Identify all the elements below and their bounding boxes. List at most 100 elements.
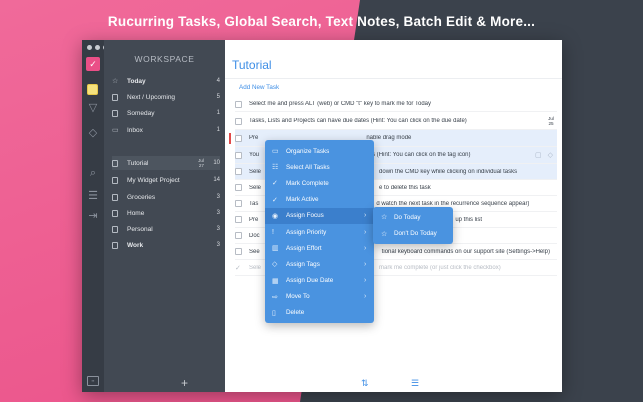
- sidebar: WORKSPACE ☆ Today 4 Next / Upcoming 5 So…: [104, 40, 225, 392]
- effort-icon: ▥: [272, 245, 279, 253]
- menu-item-assign-tags[interactable]: ◇ Assign Tags ›: [265, 256, 374, 272]
- menu-item-select-all-tasks[interactable]: ☷ Select All Tasks: [265, 159, 374, 175]
- task-checkbox[interactable]: [235, 248, 242, 255]
- list-icon: [112, 225, 122, 233]
- sidebar-item-label: Tutorial: [127, 159, 149, 167]
- due-date-icon: ▦: [272, 277, 279, 285]
- close-window-icon[interactable]: [87, 45, 92, 50]
- sidebar-item-my-widget-project[interactable]: My Widget Project 14: [112, 173, 220, 187]
- task-due-date[interactable]: Jul 25: [545, 116, 557, 126]
- menu-item-assign-focus[interactable]: ◉ Assign Focus ›: [265, 207, 374, 224]
- sidebar-item-count: 10: [213, 160, 220, 166]
- sort-icon[interactable]: ⇅: [361, 378, 369, 389]
- header-divider: [225, 78, 562, 79]
- page-title: Tutorial: [232, 58, 272, 72]
- focus-icon: ◉: [272, 212, 279, 220]
- list-icon: [112, 159, 122, 167]
- task-checkbox[interactable]: [235, 184, 242, 191]
- checkmark-icon: ✓: [272, 180, 278, 188]
- tasks-check-icon[interactable]: ✓: [86, 57, 100, 71]
- menu-item-organize-tasks[interactable]: ▭ Organize Tasks: [265, 143, 374, 159]
- sidebar-item-someday[interactable]: Someday 1: [112, 106, 220, 120]
- priority-icon: !: [272, 228, 274, 236]
- priority-marker: [229, 132, 231, 144]
- sidebar-item-count: 5: [216, 94, 220, 100]
- tag-icon[interactable]: ◇: [548, 151, 553, 159]
- sidebar-item-groceries[interactable]: Groceries 3: [112, 190, 220, 204]
- submenu-item-dont-do-today[interactable]: ☆ Don't Do Today: [373, 226, 453, 243]
- note-icon[interactable]: ▢: [535, 151, 542, 159]
- sidebar-item-personal[interactable]: Personal 3: [112, 222, 220, 236]
- menu-item-mark-active[interactable]: ✓ Mark Active: [265, 192, 374, 208]
- minimize-window-icon[interactable]: [95, 45, 100, 50]
- sidebar-item-count: 1: [216, 110, 220, 116]
- star-icon: ☆: [381, 214, 388, 222]
- chevron-right-icon: ›: [364, 244, 367, 252]
- list-icon: [112, 209, 122, 217]
- sidebar-item-label: Inbox: [127, 126, 143, 134]
- task-checkbox[interactable]: [235, 100, 242, 108]
- tag-icon[interactable]: ◇: [86, 125, 100, 139]
- chevron-right-icon: ›: [364, 293, 367, 301]
- task-checkbox[interactable]: [235, 232, 242, 239]
- submenu-item-do-today[interactable]: ☆ Do Today: [373, 209, 453, 226]
- menu-item-delete[interactable]: ▯ Delete: [265, 305, 374, 321]
- completed-check-icon[interactable]: ✓: [235, 264, 249, 272]
- sidebar-item-label: My Widget Project: [127, 176, 180, 184]
- sliders-icon[interactable]: ☰: [411, 378, 419, 389]
- add-list-button[interactable]: +: [181, 376, 188, 390]
- sidebar-item-today[interactable]: ☆ Today 4: [112, 74, 220, 88]
- filter-icon[interactable]: ▽: [86, 100, 100, 114]
- task-row[interactable]: Select me and press ALT (web) or CMD "t"…: [235, 97, 557, 112]
- calendar-view-icon[interactable]: ▪▪: [87, 376, 99, 386]
- sliders-icon[interactable]: ☰: [86, 188, 100, 202]
- sidebar-item-label: Today: [127, 77, 146, 85]
- workspace-title: WORKSPACE: [134, 54, 195, 64]
- sidebar-item-work[interactable]: Work 3: [112, 238, 220, 252]
- task-text: Tasks, Lists and Projects can have due d…: [249, 118, 467, 124]
- sidebar-item-tutorial[interactable]: Tutorial Jul 27 10: [112, 156, 220, 170]
- sidebar-item-count: 4: [216, 78, 220, 84]
- list-icon: [112, 176, 122, 184]
- select-all-icon: ☷: [272, 164, 279, 172]
- sidebar-item-label: Home: [127, 209, 145, 217]
- sidebar-item-count: 14: [213, 177, 220, 183]
- notes-icon[interactable]: [87, 84, 98, 95]
- sidebar-item-count: 3: [216, 242, 220, 248]
- menu-item-mark-complete[interactable]: ✓ Mark Complete: [265, 175, 374, 191]
- menu-item-assign-due-date[interactable]: ▦ Assign Due Date ›: [265, 273, 374, 289]
- sidebar-item-label: Groceries: [127, 193, 156, 201]
- task-checkbox[interactable]: [235, 117, 242, 125]
- sidebar-item-label: Personal: [127, 225, 153, 233]
- star-outline-icon: ☆: [381, 230, 388, 238]
- task-checkbox[interactable]: [235, 168, 242, 175]
- sidebar-item-count: 3: [216, 210, 220, 216]
- icon-bar: ✓ ▽ ◇ ⌕ ☰ ⇥ ▪▪: [82, 40, 108, 392]
- task-text: Select me and press ALT (web) or CMD "t"…: [249, 101, 431, 107]
- sidebar-item-inbox[interactable]: ▭ Inbox 1: [112, 123, 220, 137]
- sidebar-item-next-upcoming[interactable]: Next / Upcoming 5: [112, 90, 220, 104]
- task-checkbox[interactable]: [235, 134, 242, 142]
- move-icon: ⇨: [272, 293, 278, 301]
- menu-item-move-to[interactable]: ⇨ Move To ›: [265, 289, 374, 305]
- inbox-icon: ▭: [112, 127, 119, 134]
- sidebar-item-home[interactable]: Home 3: [112, 206, 220, 220]
- task-row-tools: ▢ ◇: [535, 151, 553, 159]
- task-checkbox[interactable]: [235, 216, 242, 223]
- task-checkbox[interactable]: [235, 151, 242, 159]
- menu-item-assign-effort[interactable]: ▥ Assign Effort ›: [265, 240, 374, 256]
- sidebar-item-label: Next / Upcoming: [127, 93, 176, 101]
- search-icon[interactable]: ⌕: [86, 166, 100, 180]
- list-icon: [112, 241, 122, 249]
- star-icon: ☆: [112, 78, 119, 85]
- sidebar-item-count: 1: [216, 127, 220, 133]
- task-checkbox[interactable]: [235, 200, 242, 207]
- task-row[interactable]: Tasks, Lists and Projects can have due d…: [235, 113, 557, 130]
- add-new-task-link[interactable]: Add New Task: [239, 84, 279, 91]
- menu-item-assign-priority[interactable]: ! Assign Priority ›: [265, 224, 374, 240]
- tag-icon: ◇: [272, 261, 278, 269]
- sidebar-item-label: Work: [127, 241, 144, 249]
- list-icon: [112, 193, 122, 201]
- logout-icon[interactable]: ⇥: [86, 208, 100, 222]
- organize-icon: ▭: [272, 148, 279, 156]
